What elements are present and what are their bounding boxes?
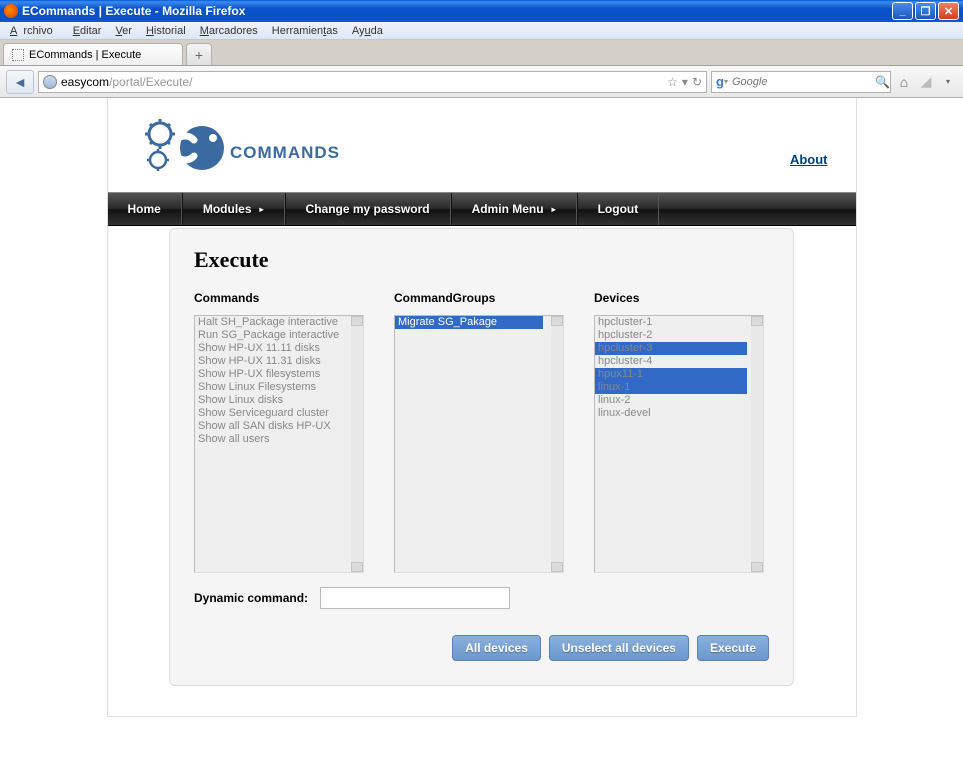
browser-menubar: Archivo Editar Ver Historial Marcadores … (0, 22, 963, 40)
groups-column: CommandGroups Migrate SG_Pakage (394, 291, 564, 573)
dynamic-command-row: Dynamic command: (194, 587, 769, 609)
execute-button[interactable]: Execute (697, 635, 769, 661)
commands-column: Commands Halt SH_Package interactiveRun … (194, 291, 364, 573)
page-viewport: COMMANDS About Home Modules▸ Change my p… (0, 98, 963, 768)
list-item[interactable]: Migrate SG_Pakage (395, 316, 543, 329)
url-host: easycom (61, 75, 109, 89)
all-devices-button[interactable]: All devices (452, 635, 541, 661)
list-item[interactable]: Show all SAN disks HP-UX (195, 420, 363, 433)
menu-historial[interactable]: Historial (140, 24, 192, 38)
about-link[interactable]: About (790, 152, 828, 167)
page-header: COMMANDS About (108, 98, 856, 192)
search-icon[interactable]: 🔍 (875, 75, 890, 89)
list-item[interactable]: linux-1 (595, 381, 747, 394)
nav-change-password[interactable]: Change my password (285, 193, 451, 225)
button-row: All devices Unselect all devices Execute (194, 635, 769, 661)
browser-tab[interactable]: ECommands | Execute (3, 43, 183, 65)
menu-dropdown-icon[interactable]: ▾ (939, 73, 957, 91)
browser-navbar: ◄ easycom/portal/Execute/ ☆ ▾ ↻ g▾ 🔍 ⌂ ◢… (0, 66, 963, 98)
unselect-devices-button[interactable]: Unselect all devices (549, 635, 689, 661)
list-item[interactable]: Show Serviceguard cluster (195, 407, 363, 420)
list-item[interactable]: linux-devel (595, 407, 747, 420)
list-item[interactable]: linux-2 (595, 394, 747, 407)
globe-icon (43, 75, 57, 89)
list-item[interactable]: hpcluster-3 (595, 342, 747, 355)
devices-column: Devices hpcluster-1hpcluster-2hpcluster-… (594, 291, 764, 573)
maximize-button[interactable]: ❐ (915, 2, 936, 20)
list-item[interactable]: Run SG_Package interactive (195, 329, 363, 342)
url-bar[interactable]: easycom/portal/Execute/ ☆ ▾ ↻ (38, 71, 707, 93)
tab-title: ECommands | Execute (29, 49, 141, 61)
close-button[interactable]: ✕ (938, 2, 959, 20)
url-path: /portal/Execute/ (109, 75, 192, 89)
list-item[interactable]: hpcluster-1 (595, 316, 747, 329)
dropdown-icon[interactable]: ▾ (682, 75, 688, 89)
page-title: Execute (194, 247, 769, 273)
nav-admin-menu[interactable]: Admin Menu▸ (451, 193, 577, 225)
menu-ver[interactable]: Ver (109, 24, 138, 38)
dynamic-command-label: Dynamic command: (194, 591, 308, 605)
feed-icon[interactable]: ◢ (917, 73, 935, 91)
google-icon: g (716, 74, 724, 89)
page-container: COMMANDS About Home Modules▸ Change my p… (107, 98, 857, 717)
chevron-down-icon: ▸ (552, 205, 556, 214)
menu-herramientas[interactable]: Herramientas (266, 24, 344, 38)
list-item[interactable]: Show Linux disks (195, 394, 363, 407)
commands-listbox[interactable]: Halt SH_Package interactiveRun SG_Packag… (194, 315, 364, 573)
window-title: ECommands | Execute - Mozilla Firefox (22, 4, 245, 18)
list-item[interactable]: hpcluster-2 (595, 329, 747, 342)
devices-label: Devices (594, 291, 764, 305)
logo-text: COMMANDS (230, 143, 340, 162)
menu-ayuda[interactable]: Ayuda (346, 24, 389, 38)
home-icon[interactable]: ⌂ (895, 73, 913, 91)
list-item[interactable]: Show all users (195, 433, 363, 446)
list-item[interactable]: hpcluster-4 (595, 355, 747, 368)
reload-icon[interactable]: ↻ (692, 75, 702, 89)
ecommands-logo: COMMANDS (136, 114, 346, 184)
chevron-down-icon: ▸ (260, 205, 264, 214)
main-nav: Home Modules▸ Change my password Admin M… (108, 192, 856, 226)
search-bar[interactable]: g▾ 🔍 (711, 71, 891, 93)
bookmark-icon[interactable]: ☆ (667, 75, 678, 89)
execute-panel: Execute Commands Halt SH_Package interac… (169, 228, 794, 686)
nav-home[interactable]: Home (108, 193, 182, 225)
groups-label: CommandGroups (394, 291, 564, 305)
commands-label: Commands (194, 291, 364, 305)
back-button[interactable]: ◄ (6, 70, 34, 94)
menu-marcadores[interactable]: Marcadores (194, 24, 264, 38)
list-item[interactable]: hpux11-1 (595, 368, 747, 381)
list-item[interactable]: Show HP-UX 11.31 disks (195, 355, 363, 368)
window-titlebar: ECommands | Execute - Mozilla Firefox _ … (0, 0, 963, 22)
firefox-icon (4, 4, 18, 18)
list-item[interactable]: Halt SH_Package interactive (195, 316, 363, 329)
list-item[interactable]: Show HP-UX filesystems (195, 368, 363, 381)
page-icon (12, 49, 24, 61)
list-item[interactable]: Show HP-UX 11.11 disks (195, 342, 363, 355)
nav-logout[interactable]: Logout (577, 193, 660, 225)
nav-modules[interactable]: Modules▸ (182, 193, 285, 225)
tab-bar: ECommands | Execute + (0, 40, 963, 66)
devices-listbox[interactable]: hpcluster-1hpcluster-2hpcluster-3hpclust… (594, 315, 764, 573)
menu-editar[interactable]: Editar (67, 24, 108, 38)
groups-listbox[interactable]: Migrate SG_Pakage (394, 315, 564, 573)
new-tab-button[interactable]: + (186, 43, 212, 65)
dynamic-command-input[interactable] (320, 587, 510, 609)
minimize-button[interactable]: _ (892, 2, 913, 20)
menu-archivo[interactable]: Archivo (4, 24, 65, 38)
list-item[interactable]: Show Linux Filesystems (195, 381, 363, 394)
search-input[interactable] (728, 76, 875, 88)
